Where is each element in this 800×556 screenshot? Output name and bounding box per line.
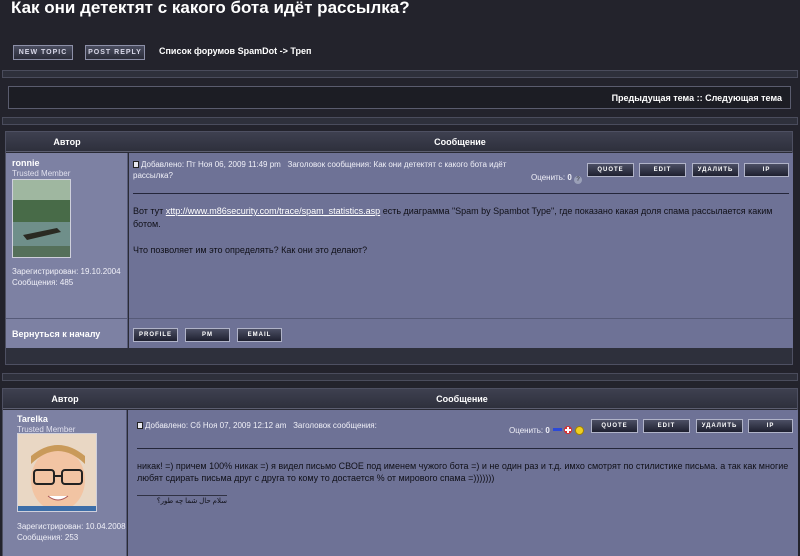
post-date: Добавлено: Сб Ноя 07, 2009 12:12 am	[145, 421, 287, 430]
author-message-count: Сообщения: 253	[17, 533, 79, 542]
message-column-header: Сообщение	[128, 132, 792, 152]
divider-bar	[2, 117, 798, 125]
post-rating: Оценить: 0 ?	[531, 173, 583, 184]
signature-divider	[137, 495, 227, 496]
divider-bar	[2, 373, 798, 381]
rate-up-icon[interactable]	[564, 426, 573, 434]
message-panel: Добавлено: Сб Ноя 07, 2009 12:12 am Заго…	[128, 410, 798, 556]
author-panel: Tarelka Trusted Member Зарегистрирован: …	[3, 410, 127, 556]
prev-next-topic-links[interactable]: Предыдущая тема :: Следующая тема	[612, 93, 782, 103]
ip-button[interactable]: IP	[744, 163, 789, 177]
post-icon	[133, 161, 139, 168]
back-to-top-cell: Вернуться к началу	[6, 318, 128, 348]
author-panel: ronnie Trusted Member Зарегистрирован: 1…	[6, 153, 128, 318]
author-name[interactable]: ronnie	[12, 158, 40, 168]
post-reply-button[interactable]: POST REPLY	[85, 45, 145, 60]
post-divider	[137, 448, 793, 449]
quote-button[interactable]: QUOTE	[587, 163, 634, 177]
profile-button[interactable]: PROFILE	[133, 328, 178, 342]
topic-title: Как они детектят с какого бота идёт расс…	[11, 0, 410, 17]
message-panel: Добавлено: Пт Ноя 06, 2009 11:49 pm Заго…	[129, 153, 793, 318]
post-body-question: Что позволяет им это определять? Как они…	[133, 245, 368, 255]
contact-cell: PROFILE PM EMAIL	[129, 318, 793, 348]
post-tarelka: Автор Сообщение Tarelka Trusted Member З…	[2, 388, 798, 556]
help-icon[interactable]: ?	[574, 176, 583, 184]
author-column-header: Автор	[3, 389, 127, 409]
message-column-header: Сообщение	[127, 389, 797, 409]
edit-button[interactable]: EDIT	[643, 419, 690, 433]
smiley-icon	[574, 426, 584, 435]
post-body: Вот тут xttp://www.m86security.com/trace…	[133, 205, 789, 257]
avatar	[12, 179, 71, 258]
author-registered: Зарегистрирован: 10.04.2008	[17, 522, 126, 531]
author-registered: Зарегистрирован: 19.10.2004	[12, 267, 121, 276]
new-topic-button[interactable]: NEW TOPIC	[13, 45, 73, 60]
divider-bar	[2, 70, 798, 78]
statistics-link[interactable]: xttp://www.m86security.com/trace/spam_st…	[166, 206, 380, 216]
post-body: никак! =) причем 100% никак =) я видел п…	[137, 461, 789, 483]
delete-button[interactable]: УДАЛИТЬ	[696, 419, 743, 433]
delete-button[interactable]: УДАЛИТЬ	[692, 163, 739, 177]
rating-label: Оценить:	[531, 173, 566, 182]
avatar	[17, 433, 97, 512]
edit-button[interactable]: EDIT	[639, 163, 686, 177]
email-button[interactable]: EMAIL	[237, 328, 282, 342]
post-meta: Добавлено: Сб Ноя 07, 2009 12:12 am Заго…	[137, 420, 517, 431]
post-body-text: Вот тут	[133, 206, 166, 216]
author-rank: Trusted Member	[12, 169, 71, 178]
post-footer	[6, 348, 792, 364]
post-meta: Добавлено: Пт Ноя 06, 2009 11:49 pm Заго…	[133, 159, 533, 181]
author-name[interactable]: Tarelka	[17, 414, 48, 424]
post-rating: Оценить: 0	[509, 426, 584, 435]
post-ronnie: Автор Сообщение ronnie Trusted Member За…	[5, 131, 793, 365]
post-date: Добавлено: Пт Ноя 06, 2009 11:49 pm	[141, 160, 281, 169]
rating-value: 0	[567, 173, 572, 182]
back-to-top-link[interactable]: Вернуться к началу	[12, 329, 100, 339]
topic-nav: Предыдущая тема :: Следующая тема	[8, 86, 791, 109]
quote-button[interactable]: QUOTE	[591, 419, 638, 433]
post-divider	[133, 193, 789, 194]
post-subject: Заголовок сообщения:	[293, 421, 377, 430]
author-column-header: Автор	[6, 132, 128, 152]
rating-label: Оценить:	[509, 426, 544, 435]
author-message-count: Сообщения: 485	[12, 278, 74, 287]
post-icon	[137, 422, 143, 429]
breadcrumb[interactable]: Список форумов SpamDot -> Треп	[159, 46, 311, 56]
ip-button[interactable]: IP	[748, 419, 793, 433]
rate-down-icon[interactable]	[553, 428, 563, 431]
pm-button[interactable]: PM	[185, 328, 230, 342]
rating-value: 0	[545, 426, 550, 435]
forum-page: Как они детектят с какого бота идёт расс…	[0, 0, 800, 556]
signature: سلام حال شما چه طور؟	[156, 498, 227, 505]
